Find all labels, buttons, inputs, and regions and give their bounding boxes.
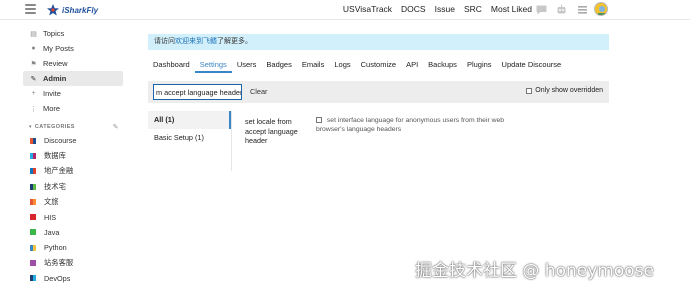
sidebar-category-item[interactable]: DevOps (23, 271, 123, 286)
category-color-swatch (30, 229, 36, 236)
clear-button[interactable]: Clear (250, 87, 267, 96)
topics-icon: ▤ (30, 30, 37, 38)
tab-backups[interactable]: Backups (423, 57, 462, 73)
sidebar-category-item[interactable]: 站务客服 (23, 255, 123, 270)
user-icon: ● (31, 45, 36, 52)
more-icon: ⋮ (30, 105, 37, 113)
category-label: 地产金融 (44, 166, 74, 176)
sidebar-category-item[interactable]: 地产金融 (23, 164, 123, 179)
logo-star-icon (47, 4, 59, 16)
category-label: DevOps (44, 273, 71, 283)
category-label: Python (44, 243, 67, 253)
category-color-swatch (30, 214, 36, 221)
logo-text: iSharkFly (62, 5, 99, 15)
category-list: Discourse 数据库地产金融技术宅文旅 HIS Java Python 站务客服 De… (23, 133, 123, 286)
sidebar: ▤ Topics ● My Posts ⚑ Review ✎ Admin + I… (23, 26, 123, 286)
categories-heading[interactable]: ▾ CATEGORIES ✎ (23, 120, 123, 133)
category-label: Discourse (44, 136, 77, 146)
sidebar-category-item[interactable]: 技术宅 (23, 179, 123, 194)
user-avatar[interactable] (594, 2, 608, 16)
sidebar-item-label: My Posts (43, 44, 74, 53)
site-logo[interactable]: iSharkFly (46, 2, 98, 18)
sidebar-category-item[interactable]: Python (23, 240, 123, 255)
header-link-most-liked[interactable]: Most Liked (491, 3, 532, 15)
avatar-icon (595, 3, 607, 15)
tab-badges[interactable]: Badges (261, 57, 296, 73)
top-header: iSharkFly USVisaTrack DOCS Issue SRC Mos… (0, 0, 690, 20)
setting-name: set locale from accept language header (245, 117, 298, 145)
pencil-icon[interactable]: ✎ (113, 123, 119, 131)
settings-search-input[interactable] (153, 84, 242, 100)
admin-tabs: Dashboard Settings Users Badges Emails L… (148, 57, 566, 73)
user-plus-icon: + (31, 90, 36, 97)
category-label: HIS (44, 212, 57, 222)
header-link-docs[interactable]: DOCS (401, 3, 426, 15)
category-color-swatch (30, 275, 36, 282)
chevron-down-icon: ▾ (29, 123, 32, 130)
tab-users[interactable]: Users (232, 57, 262, 73)
banner-link[interactable]: 欢迎来到飞鳍 (175, 38, 217, 45)
tab-plugins[interactable]: Plugins (462, 57, 497, 73)
watermark: 掘金技术社区 @ honeymoose (415, 261, 654, 281)
tab-customize[interactable]: Customize (356, 57, 401, 73)
sidebar-item-invite[interactable]: + Invite (23, 86, 123, 101)
chat-icon[interactable] (535, 3, 548, 16)
sidebar-item-label: Admin (43, 74, 67, 83)
sidebar-category-item[interactable]: 文旅 (23, 194, 123, 209)
sidebar-category-item[interactable]: Discourse (23, 133, 123, 148)
category-color-swatch (30, 244, 36, 251)
category-label: 站务客服 (44, 258, 74, 268)
settings-filter-list: All (1) Basic Setup (1) (148, 111, 232, 171)
header-link-usvisatrack[interactable]: USVisaTrack (343, 3, 392, 15)
settings-toolbar: Clear Only show overridden (148, 81, 609, 103)
hamburger-menu-icon[interactable] (25, 4, 36, 14)
sidebar-item-label: Invite (43, 89, 61, 98)
sidebar-item-admin[interactable]: ✎ Admin (23, 71, 123, 86)
sidebar-category-item[interactable]: 数据库 (23, 148, 123, 163)
wrench-icon: ✎ (30, 75, 37, 83)
setting-checkbox[interactable] (316, 117, 322, 123)
sidebar-category-item[interactable]: HIS (23, 209, 123, 224)
header-link-issue[interactable]: Issue (435, 3, 455, 15)
sidebar-item-review[interactable]: ⚑ Review (23, 56, 123, 71)
only-show-overridden-toggle[interactable]: Only show overridden (526, 87, 603, 94)
tab-update-discourse[interactable]: Update Discourse (497, 57, 567, 73)
category-color-swatch (30, 183, 36, 190)
tab-settings[interactable]: Settings (194, 57, 232, 73)
robot-icon[interactable] (555, 3, 568, 16)
category-label: 技术宅 (44, 181, 66, 191)
sidebar-item-label: Topics (43, 29, 65, 38)
category-color-swatch (30, 198, 36, 205)
sidebar-item-label: More (43, 104, 61, 113)
list-menu-icon[interactable] (576, 3, 589, 16)
category-color-swatch (30, 168, 36, 175)
setting-description: set interface language for anonymous use… (316, 117, 505, 133)
flag-icon: ⚑ (30, 60, 37, 68)
category-label: 数据库 (44, 150, 66, 160)
info-banner: 请访问欢迎来到飞鳍了解更多。 (148, 34, 609, 50)
filter-all[interactable]: All (1) (148, 111, 231, 129)
header-links: USVisaTrack DOCS Issue SRC Most Liked (334, 3, 532, 15)
sidebar-item-my-posts[interactable]: ● My Posts (23, 41, 123, 56)
sidebar-item-label: Review (43, 59, 68, 68)
tab-logs[interactable]: Logs (329, 57, 355, 73)
category-label: Java (44, 227, 60, 237)
category-color-swatch (30, 260, 36, 267)
header-link-src[interactable]: SRC (464, 3, 482, 15)
sidebar-item-topics[interactable]: ▤ Topics (23, 26, 123, 41)
category-color-swatch (30, 137, 36, 144)
category-label: 文旅 (44, 196, 59, 206)
tab-emails[interactable]: Emails (297, 57, 330, 73)
category-color-swatch (30, 152, 36, 159)
sidebar-item-more[interactable]: ⋮ More (23, 101, 123, 116)
tab-dashboard[interactable]: Dashboard (148, 57, 195, 73)
tab-api[interactable]: API (401, 57, 423, 73)
filter-basic-setup[interactable]: Basic Setup (1) (148, 129, 231, 147)
sidebar-category-item[interactable]: Java (23, 225, 123, 240)
checkbox[interactable] (526, 87, 533, 94)
